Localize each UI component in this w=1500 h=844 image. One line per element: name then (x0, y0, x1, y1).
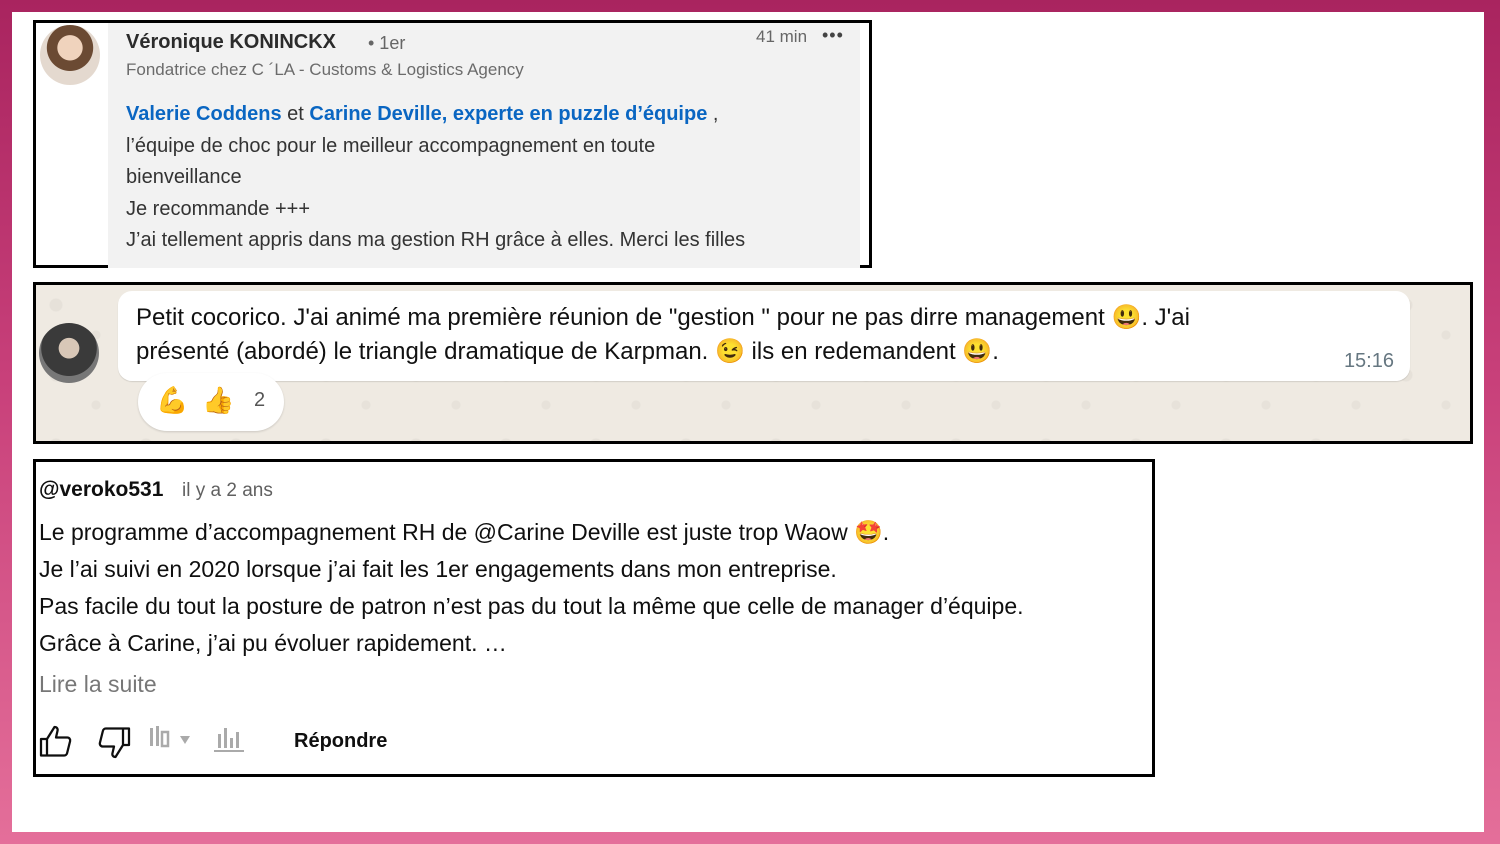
comment-line: l’équipe de choc pour le meilleur accomp… (126, 134, 656, 157)
read-more-link[interactable]: Lire la suite (39, 671, 157, 698)
reactions-pill[interactable]: 💪 👍 2 (138, 373, 284, 431)
reaction-count: 2 (254, 389, 266, 411)
youtube-comment-card: @veroko531 il y a 2 ans Le programme d’a… (33, 459, 1155, 777)
like-icon[interactable] (38, 724, 74, 760)
author-name[interactable]: Véronique KONINCKX (126, 31, 336, 54)
mention-link[interactable]: Carine Deville, experte en puzzle d’équi… (309, 103, 707, 125)
comment-line: bienveillance (126, 166, 242, 188)
reply-button[interactable]: Répondre (294, 730, 387, 753)
connection-degree: • 1er (368, 33, 406, 53)
message-line: Petit cocorico. J'ai animé ma première r… (136, 304, 1190, 331)
comment-body: Valerie Coddens et Carine Deville, exper… (126, 99, 846, 257)
more-options-icon[interactable]: ••• (822, 25, 844, 46)
avatar[interactable] (39, 323, 99, 383)
translate-icon[interactable] (148, 724, 198, 754)
comment-line: Valerie Coddens et Carine Deville, exper… (126, 99, 846, 131)
testimonials-canvas: Véronique KONINCKX • 1er 41 min ••• Fond… (12, 12, 1484, 832)
flexed-biceps-icon: 💪 (156, 385, 189, 415)
avatar[interactable] (40, 25, 100, 85)
comment-line: Je l’ai suivi en 2020 lorsque j’ai fait … (39, 556, 837, 582)
message-text: Petit cocorico. J'ai animé ma première r… (136, 301, 1396, 369)
message-bubble[interactable]: Petit cocorico. J'ai animé ma première r… (118, 291, 1410, 381)
comment-line: Le programme d’accompagnement RH de @Car… (39, 519, 890, 545)
message-line: présenté (abordé) le triangle dramatique… (136, 338, 999, 365)
comment-time: 41 min (756, 27, 808, 46)
comment-body: Le programme d’accompagnement RH de @Car… (39, 514, 1149, 662)
punctuation: , (707, 103, 719, 125)
dislike-icon[interactable] (96, 724, 132, 760)
comment-line: J’ai tellement appris dans ma gestion RH… (126, 229, 746, 251)
mention-link[interactable]: Valerie Coddens (126, 103, 282, 125)
connector-text: et (281, 103, 310, 125)
message-time: 15:16 (1343, 350, 1394, 372)
author-handle[interactable]: @veroko531 (39, 478, 163, 502)
comment-age[interactable]: il y a 2 ans (182, 480, 273, 502)
whatsapp-message-card: Petit cocorico. J'ai animé ma première r… (33, 282, 1473, 444)
linkedin-comment-card: Véronique KONINCKX • 1er 41 min ••• Fond… (33, 20, 872, 268)
comment-line: Pas facile du tout la posture de patron … (39, 593, 1024, 619)
author-headline: Fondatrice chez C ´LA - Customs & Logist… (126, 60, 524, 79)
comment-actions: Répondre (36, 724, 636, 764)
thumbs-up-icon: 👍 (202, 385, 235, 415)
comment-line: Grâce à Carine, j’ai pu évoluer rapideme… (39, 630, 507, 656)
comment-line: Je recommande +++ (126, 197, 310, 220)
analytics-icon[interactable] (212, 724, 246, 754)
